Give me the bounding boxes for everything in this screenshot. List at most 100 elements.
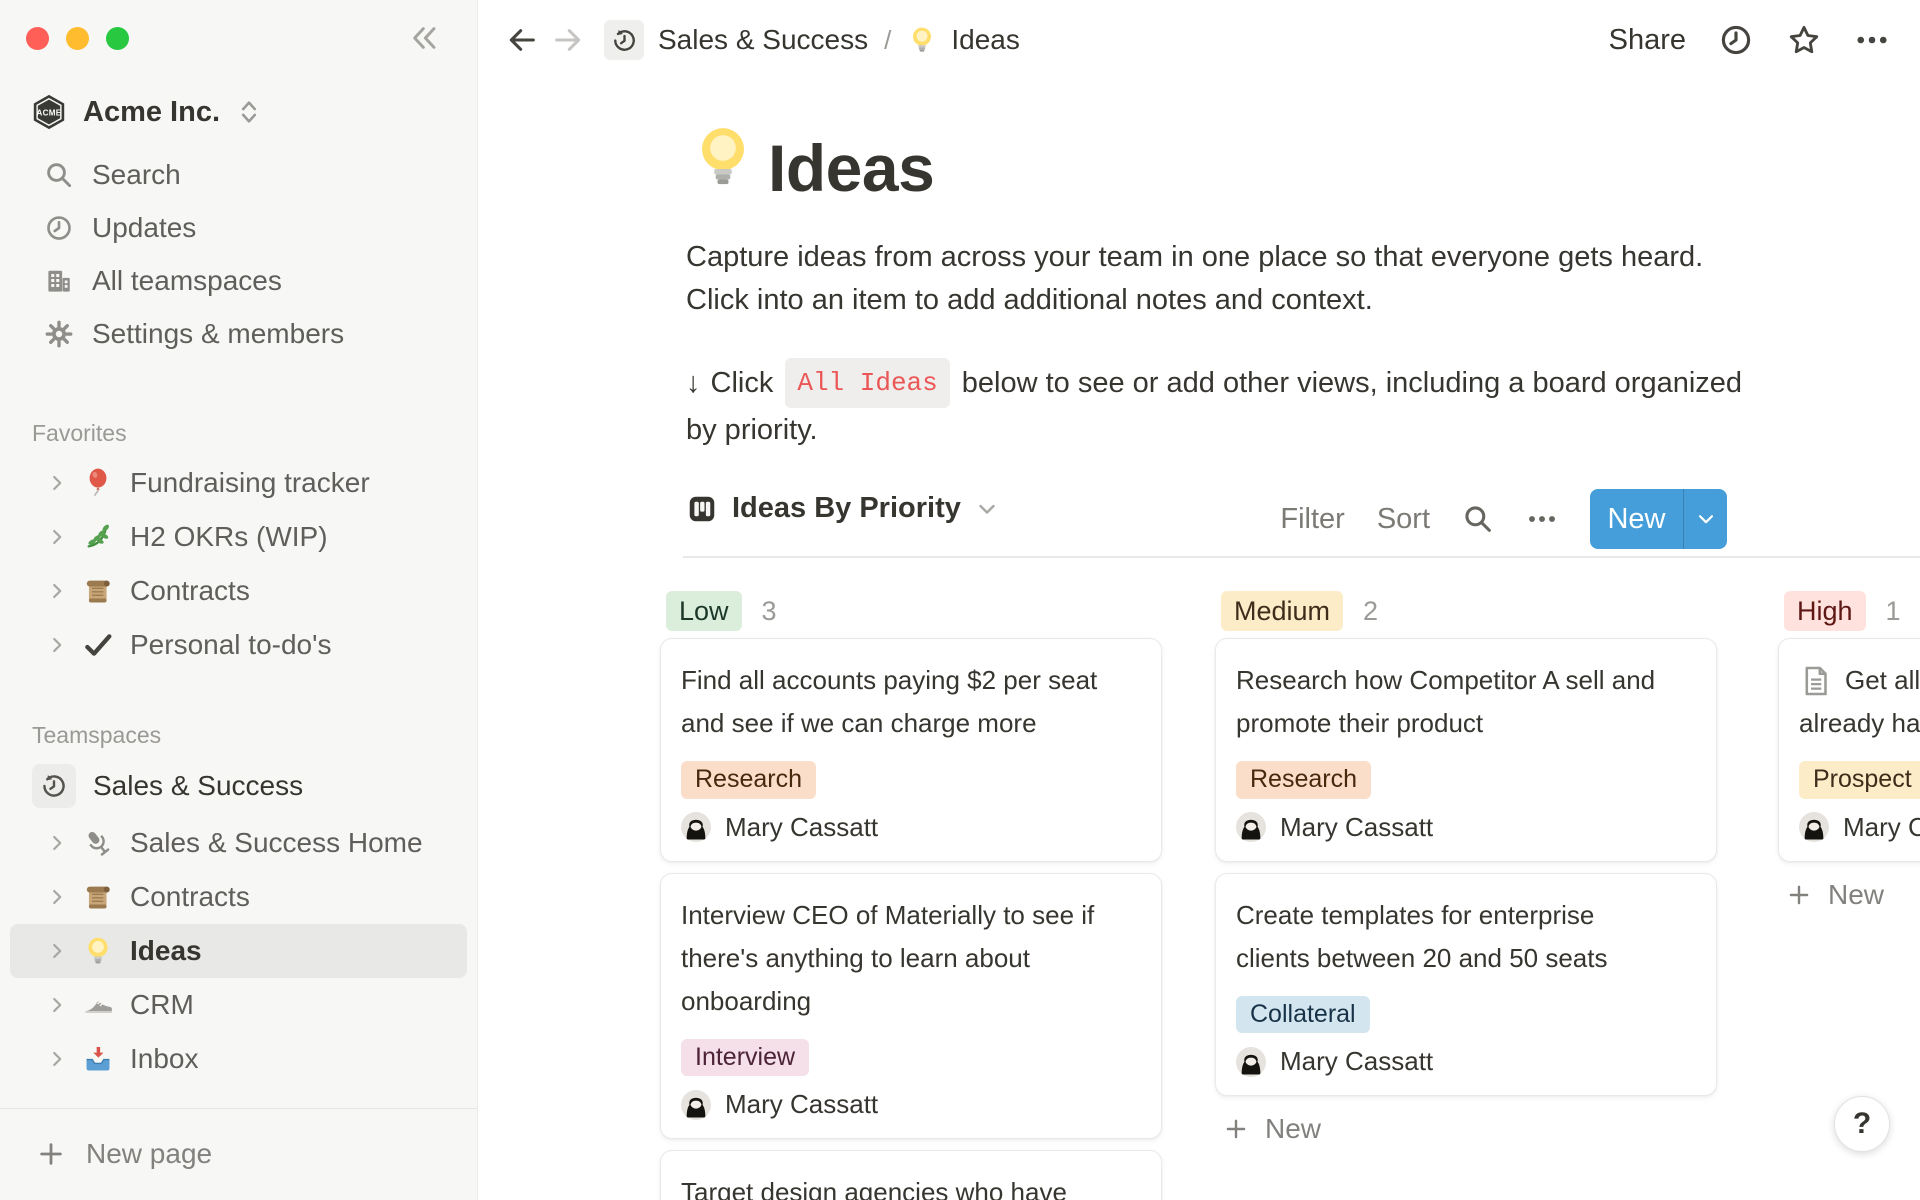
gear-icon [44,319,74,349]
new-entry-button-label[interactable]: New [1590,489,1683,549]
sidebar-item-contracts-favorite[interactable]: Contracts [0,564,477,618]
priority-badge-high: High [1784,591,1866,631]
chevron-right-icon[interactable] [46,994,68,1016]
idea-card[interactable]: Get all already ha Prospect Mary C [1778,638,1920,862]
sidebar-item-label: Updates [92,212,196,244]
add-card-label: New [1828,879,1884,911]
back-icon[interactable] [506,24,538,56]
sidebar-item-crm[interactable]: CRM [0,978,477,1032]
description-line: Click into an item to add additional not… [686,279,1703,322]
share-button[interactable]: Share [1609,24,1686,57]
view-tab-ideas-by-priority[interactable]: Ideas By Priority [686,492,999,525]
collapse-sidebar-icon[interactable] [407,22,441,54]
sidebar-item-label: Contracts [130,881,250,913]
add-card-button[interactable]: New [1215,1107,1717,1151]
sidebar-item-settings-members[interactable]: Settings & members [0,307,477,360]
sidebar-item-h2-okrs[interactable]: H2 OKRs (WIP) [0,510,477,564]
ellipsis-icon[interactable] [1526,503,1558,535]
view-toolbar: Filter Sort New [1280,488,1727,550]
chevron-right-icon[interactable] [46,472,68,494]
help-button[interactable]: ? [1834,1096,1890,1152]
sidebar: ACME Acme Inc. Search Updates All teamsp… [0,0,478,1200]
search-icon[interactable] [1462,503,1494,535]
new-entry-dropdown[interactable] [1683,489,1727,549]
lightbulb-icon [907,25,937,55]
sidebar-item-sales-success-home[interactable]: Sales & Success Home [0,816,477,870]
assignee-name: Mary Cassatt [725,812,878,843]
chevron-right-icon[interactable] [46,580,68,602]
plus-icon [1786,882,1812,908]
sidebar-item-sales-success-teamspace[interactable]: Sales & Success [0,760,477,812]
main-content: Sales & Success / Ideas Share Ideas Capt… [478,0,1920,1200]
minimize-window-button[interactable] [66,27,89,50]
sidebar-divider [0,1108,477,1109]
filter-button[interactable]: Filter [1280,503,1344,536]
idea-card[interactable]: Find all accounts paying $2 per seat and… [660,638,1162,862]
idea-card[interactable]: Research how Competitor A sell and promo… [1215,638,1717,862]
search-icon [44,160,74,190]
sidebar-item-inbox[interactable]: Inbox [0,1032,477,1086]
sidebar-item-ideas[interactable]: Ideas [10,924,467,978]
assignee-name: Mary C [1843,812,1920,843]
sidebar-item-all-teamspaces[interactable]: All teamspaces [0,254,477,307]
page-lightbulb-icon[interactable] [688,122,758,192]
favorites-list: Fundraising tracker H2 OKRs (WIP) Contra… [0,456,477,672]
workspace-switcher[interactable]: ACME Acme Inc. [30,88,457,136]
new-entry-button[interactable]: New [1590,489,1727,549]
clock-icon [44,213,74,243]
chevron-right-icon[interactable] [46,940,68,962]
card-title: Find all accounts paying $2 per seat [681,659,1141,702]
workspace-name: Acme Inc. [83,96,220,129]
instruction-rest: below to see or add other views, includi… [962,361,1742,405]
idea-card[interactable]: Create templates for enterprise clients … [1215,873,1717,1097]
chevron-right-icon[interactable] [46,1048,68,1070]
workspace-logo-text: ACME [37,108,62,117]
sidebar-menu: Search Updates All teamspaces Settings &… [0,148,477,360]
breadcrumb-item-ideas[interactable]: Ideas [951,24,1020,56]
avatar [681,812,711,842]
card-title: clients between 20 and 50 seats [1236,937,1696,980]
tag-badge: Research [681,761,816,799]
history-clock-icon [32,764,76,808]
zoom-window-button[interactable] [106,27,129,50]
idea-card[interactable]: Interview CEO of Materially to see if th… [660,873,1162,1140]
breadcrumb-item-sales-success[interactable]: Sales & Success [658,24,868,56]
sidebar-item-label: CRM [130,989,194,1021]
window-controls [26,27,129,50]
chevron-right-icon[interactable] [46,832,68,854]
add-card-button[interactable]: New [1778,873,1920,917]
card-title: onboarding [681,980,1141,1023]
sidebar-item-search[interactable]: Search [0,148,477,201]
idea-card[interactable]: Target design agencies who have [660,1150,1162,1200]
sidebar-item-personal-todos[interactable]: Personal to-do's [0,618,477,672]
forward-icon[interactable] [552,24,584,56]
inbox-tray-icon [82,1043,114,1075]
chevron-right-icon[interactable] [46,526,68,548]
assignee-row: Mary Cassatt [1236,1046,1696,1077]
add-card-label: New [1265,1113,1321,1145]
sidebar-item-label: Search [92,159,181,191]
checkmark-icon [82,629,114,661]
assignee-row: Mary Cassatt [681,812,1141,843]
ellipsis-icon[interactable] [1854,22,1890,58]
star-icon[interactable] [1786,22,1822,58]
sidebar-item-updates[interactable]: Updates [0,201,477,254]
assignee-row: Mary Cassatt [1236,812,1696,843]
close-window-button[interactable] [26,27,49,50]
sidebar-item-contracts[interactable]: Contracts [0,870,477,924]
card-title: already ha [1799,702,1920,745]
tag-badge: Collateral [1236,996,1370,1034]
workspace-logo: ACME [30,93,68,131]
chevron-right-icon[interactable] [46,634,68,656]
new-page-button[interactable]: New page [0,1128,477,1180]
card-title: Target design agencies who have [681,1171,1141,1200]
scroll-icon [82,881,114,913]
card-title: Create templates for enterprise [1236,894,1696,937]
clock-icon[interactable] [1718,22,1754,58]
chevron-right-icon[interactable] [46,886,68,908]
history-clock-icon[interactable] [604,20,644,60]
sort-button[interactable]: Sort [1377,503,1430,536]
sidebar-item-fundraising-tracker[interactable]: Fundraising tracker [0,456,477,510]
priority-badge-medium: Medium [1221,591,1343,631]
page-description: Capture ideas from across your team in o… [686,236,1703,322]
